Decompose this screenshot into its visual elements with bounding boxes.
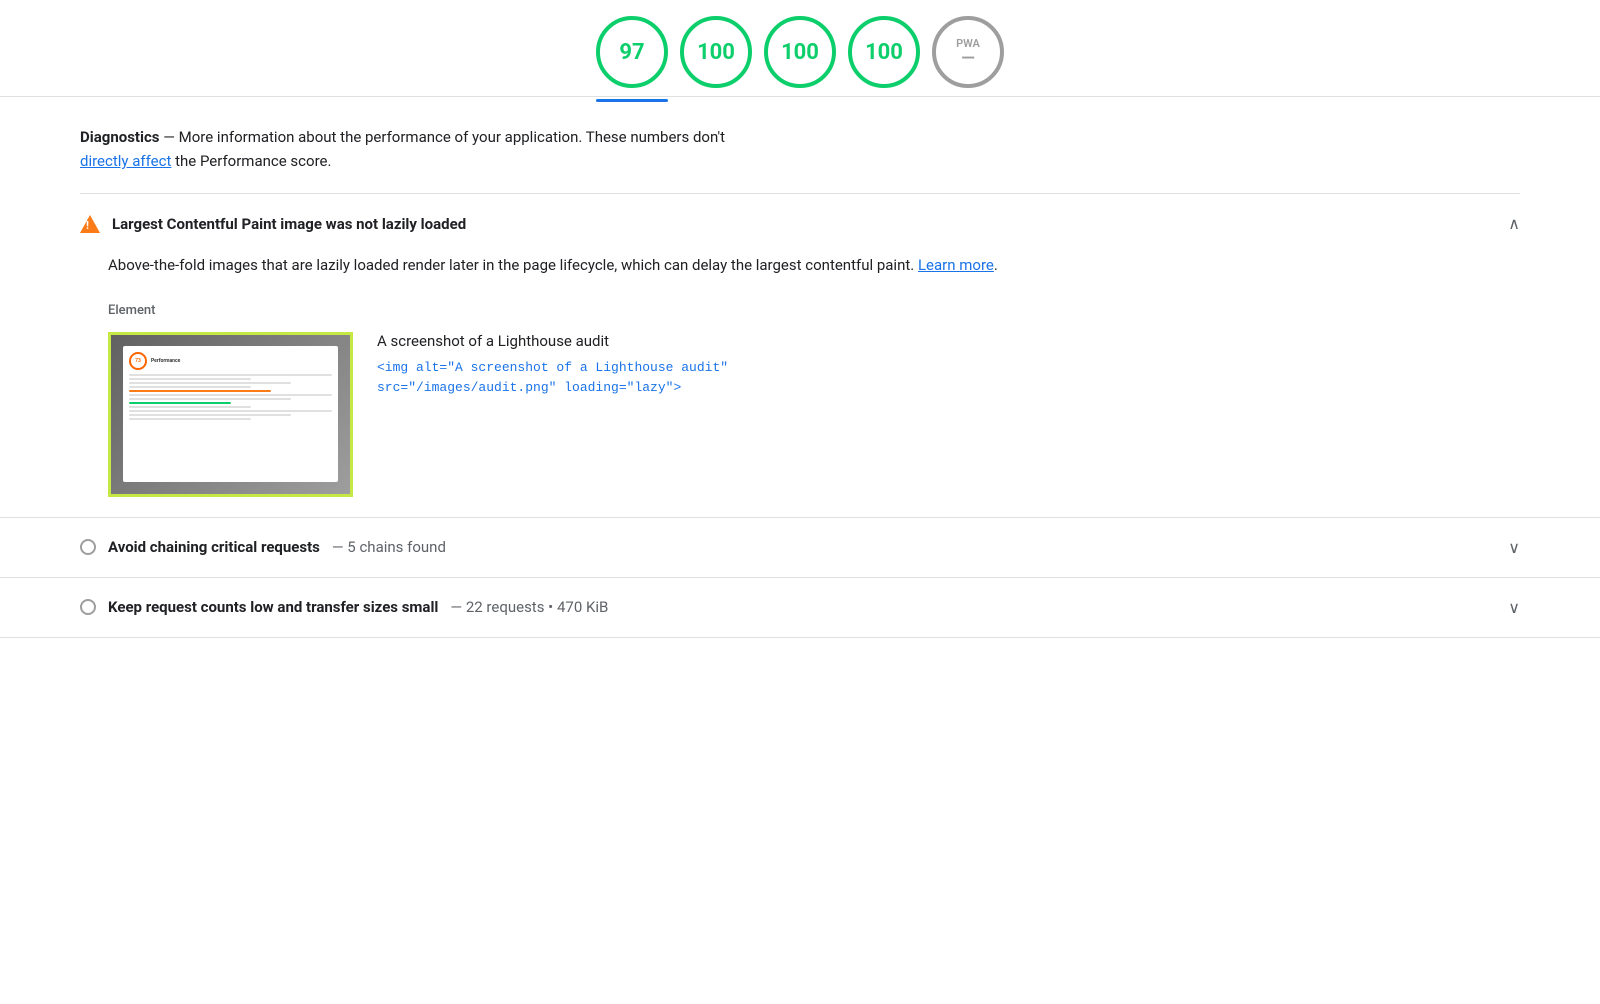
neutral-icon-critical: [80, 539, 96, 555]
audit-request-left: Keep request counts low and transfer siz…: [80, 598, 608, 616]
element-code: <img alt="A screenshot of a Lighthouse a…: [377, 358, 1520, 400]
element-code-line2: src="/images/audit.png" loading="lazy">: [377, 378, 1520, 399]
element-code-line1: <img alt="A screenshot of a Lighthouse a…: [377, 358, 1520, 379]
audit-thumbnail: 73 Performance: [108, 332, 353, 497]
chevron-up-icon[interactable]: ∧: [1508, 214, 1520, 233]
audit-request-header[interactable]: Keep request counts low and transfer siz…: [80, 598, 1520, 617]
scores-section: 97 100 100 100 PWA —: [0, 0, 1600, 97]
scores-row: 97 100 100 100 PWA —: [0, 0, 1600, 88]
score-performance[interactable]: 97: [596, 16, 668, 88]
directly-affect-link[interactable]: directly affect: [80, 152, 171, 170]
element-label: Element: [108, 303, 1520, 318]
audit-lcp-content: Above-the-fold images that are lazily lo…: [80, 233, 1520, 497]
audit-lcp-title: Largest Contentful Paint image was not l…: [112, 215, 466, 233]
chevron-down-icon-critical[interactable]: ∨: [1508, 538, 1520, 557]
audit-element-row: 73 Performance: [108, 332, 1520, 497]
score-pwa[interactable]: PWA —: [932, 16, 1004, 88]
audit-critical-subtitle: — 5 chains found: [332, 538, 446, 556]
score-best-practices[interactable]: 100: [764, 16, 836, 88]
audit-request-title: Keep request counts low and transfer siz…: [108, 598, 438, 616]
audit-critical-title: Avoid chaining critical requests: [108, 538, 320, 556]
audit-request-subtitle: — 22 requests • 470 KiB: [450, 598, 608, 616]
audit-lcp-lazy-loaded: Largest Contentful Paint image was not l…: [0, 194, 1600, 518]
neutral-icon-request: [80, 599, 96, 615]
fake-report: 73 Performance: [123, 346, 338, 481]
score-seo[interactable]: 100: [848, 16, 920, 88]
element-title: A screenshot of a Lighthouse audit: [377, 332, 1520, 350]
audit-lcp-header[interactable]: Largest Contentful Paint image was not l…: [80, 214, 1520, 233]
audit-lcp-header-left: Largest Contentful Paint image was not l…: [80, 215, 466, 233]
thumbnail-inner: 73 Performance: [111, 335, 350, 494]
warning-icon: [80, 215, 100, 233]
audit-request-counts: Keep request counts low and transfer siz…: [0, 578, 1600, 638]
learn-more-link[interactable]: Learn more: [918, 256, 994, 274]
audit-critical-header[interactable]: Avoid chaining critical requests — 5 cha…: [80, 538, 1520, 557]
diagnostics-description: Diagnostics — More information about the…: [80, 125, 1520, 173]
diagnostics-header: Diagnostics — More information about the…: [0, 97, 1600, 193]
chevron-down-icon-request[interactable]: ∨: [1508, 598, 1520, 617]
audit-critical-left: Avoid chaining critical requests — 5 cha…: [80, 538, 446, 556]
element-info: A screenshot of a Lighthouse audit <img …: [377, 332, 1520, 400]
audit-critical-requests: Avoid chaining critical requests — 5 cha…: [0, 518, 1600, 578]
audit-lcp-description: Above-the-fold images that are lazily lo…: [108, 253, 1520, 279]
score-accessibility[interactable]: 100: [680, 16, 752, 88]
